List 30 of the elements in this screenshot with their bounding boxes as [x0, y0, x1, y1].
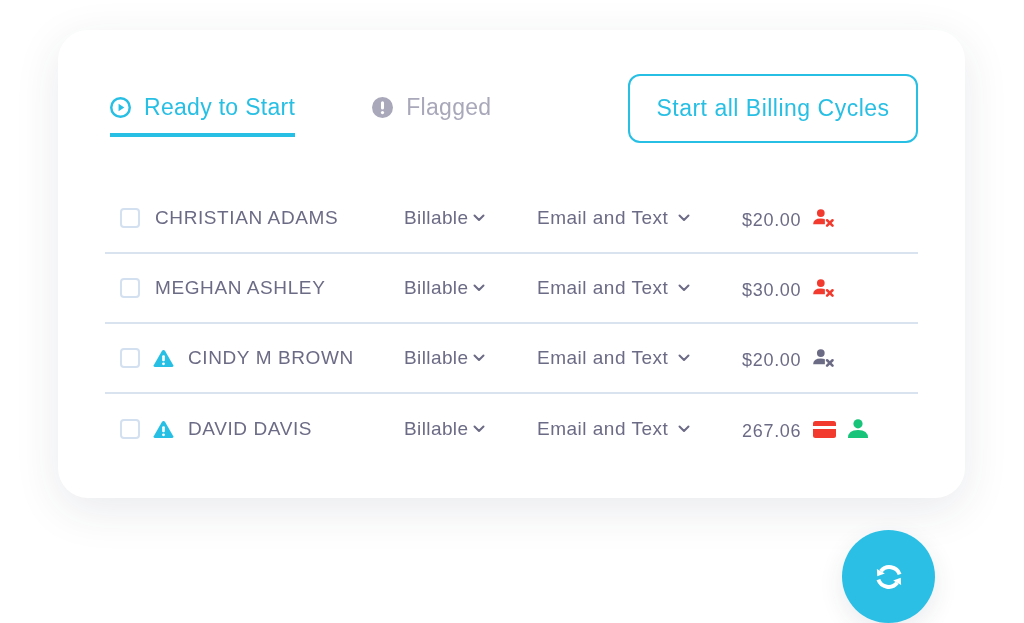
amount: $30.00 — [742, 278, 802, 302]
chevron-down-icon — [678, 284, 691, 292]
billing-dropdown[interactable]: Billable — [404, 343, 486, 373]
chevron-down-icon — [473, 354, 486, 362]
notification-dropdown[interactable]: Email and Text — [537, 343, 691, 373]
checkbox[interactable] — [120, 348, 140, 368]
client-name: CHRISTIAN ADAMS — [155, 205, 339, 230]
chevron-down-icon — [473, 214, 486, 222]
notification-dropdown[interactable]: Email and Text — [537, 273, 691, 303]
amount: 267.06 — [742, 419, 802, 443]
chevron-down-icon — [473, 425, 486, 433]
client-name: MEGHAN ASHLEY — [155, 275, 326, 300]
chevron-down-icon — [473, 284, 486, 292]
billing-dropdown[interactable]: Billable — [404, 414, 486, 444]
chevron-down-icon — [678, 354, 691, 362]
checkbox[interactable] — [120, 419, 140, 439]
billing-dropdown[interactable]: Billable — [404, 273, 486, 303]
exclamation-circle-icon — [372, 96, 394, 118]
play-circle-icon — [110, 96, 131, 118]
amount: $20.00 — [742, 348, 802, 372]
chevron-down-icon — [678, 425, 691, 433]
notification-dropdown[interactable]: Email and Text — [537, 414, 691, 444]
billing-dropdown[interactable]: Billable — [404, 203, 486, 233]
checkbox[interactable] — [120, 278, 140, 298]
chevron-down-icon — [678, 214, 691, 222]
checkbox[interactable] — [120, 208, 140, 228]
client-name: DAVID DAVIS — [188, 416, 313, 441]
notification-dropdown[interactable]: Email and Text — [537, 203, 691, 233]
amount: $20.00 — [742, 208, 802, 232]
client-name: CINDY M BROWN — [188, 345, 354, 370]
